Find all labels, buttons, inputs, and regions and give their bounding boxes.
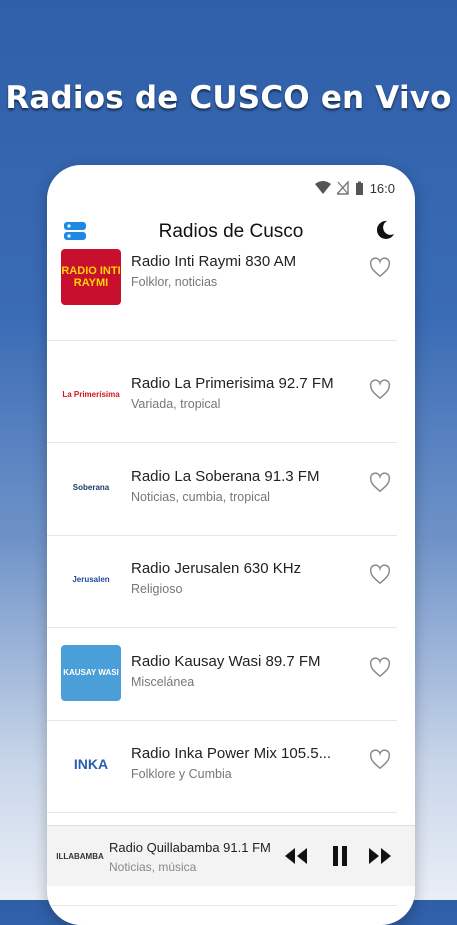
station-name: Radio Inti Raymi 830 AM: [131, 253, 297, 270]
player-station-name: Radio Quillabamba 91.1 FM: [109, 840, 271, 855]
station-logo: La Primerísima: [61, 367, 121, 423]
wifi-icon: [314, 181, 331, 194]
station-logo-text: RADIO INTI RAYMI: [61, 264, 121, 289]
station-genre: Religioso: [131, 582, 183, 596]
station-name: Radio Jerusalen 630 KHz: [131, 560, 302, 577]
favorite-heart-icon[interactable]: [369, 749, 391, 771]
player-station-logo: ILLABAMBA: [56, 851, 104, 861]
favorite-heart-icon[interactable]: [369, 657, 391, 679]
signal-icon: [336, 181, 349, 195]
station-logo-text: INKA: [73, 756, 109, 773]
station-logo: RADIO INTI RAYMI: [61, 249, 121, 305]
app-title: Radios de Cusco: [158, 221, 304, 242]
favorite-heart-icon[interactable]: [369, 257, 391, 279]
station-row[interactable]: INKA Radio Inka Power Mix 105.5... Folklor…: [47, 719, 397, 813]
station-genre: Variada, tropical: [131, 397, 221, 411]
station-logo: Jerusalen: [61, 552, 121, 608]
station-row[interactable]: La Primerísima Radio La Primerisima 92.7 …: [47, 349, 397, 443]
station-genre: Folklore y Cumbia: [131, 767, 232, 781]
station-row[interactable]: RADIO INTI RAYMI Radio Inti Raymi 830 AM F…: [47, 247, 397, 341]
station-logo-text: La Primerísima: [62, 389, 120, 399]
station-row[interactable]: Jerusalen Radio Jerusalen 630 KHz Religios…: [47, 534, 397, 628]
fast-forward-icon[interactable]: [367, 844, 393, 868]
player-station-genre: Noticias, música: [109, 860, 197, 874]
favorite-heart-icon[interactable]: [369, 564, 391, 586]
pause-icon[interactable]: [327, 844, 353, 868]
station-logo: KAUSAY WASI: [61, 645, 121, 701]
status-bar: 16:0: [314, 179, 395, 197]
station-logo-text: KAUSAY WASI: [63, 667, 119, 677]
station-name: Radio Inka Power Mix 105.5...: [131, 745, 332, 762]
station-logo: Soberana: [61, 460, 121, 516]
rewind-icon[interactable]: [283, 844, 309, 868]
battery-icon: [355, 181, 363, 195]
favorite-heart-icon[interactable]: [369, 379, 391, 401]
dark-mode-moon-icon[interactable]: [375, 220, 395, 240]
station-genre: Folklor, noticias: [131, 275, 218, 289]
phone-frame: 16:0 Radios de Cusco RADIO INTI RAYMI Rad…: [47, 165, 415, 925]
station-logo-text: Soberana: [72, 482, 110, 492]
station-row[interactable]: KAUSAY WASI Radio Kausay Wasi 89.7 FM Misc…: [47, 627, 397, 721]
station-logo: INKA: [61, 737, 121, 793]
station-name: Radio La Primerisima 92.7 FM: [131, 375, 334, 392]
station-name: Radio Kausay Wasi 89.7 FM: [131, 653, 321, 670]
station-logo-text: Jerusalen: [72, 574, 110, 584]
station-name: Radio La Soberana 91.3 FM: [131, 468, 320, 485]
favorite-heart-icon[interactable]: [369, 472, 391, 494]
station-row[interactable]: Soberana Radio La Soberana 91.3 FM Noticia…: [47, 442, 397, 536]
station-genre: Miscelánea: [131, 675, 195, 689]
mini-player[interactable]: ILLABAMBA Radio Quillabamba 91.1 FM Noti…: [47, 825, 415, 886]
status-time: 16:0: [369, 180, 395, 196]
headline: Radios de CUSCO en Vivo: [5, 80, 452, 116]
station-genre: Noticias, cumbia, tropical: [131, 490, 270, 504]
